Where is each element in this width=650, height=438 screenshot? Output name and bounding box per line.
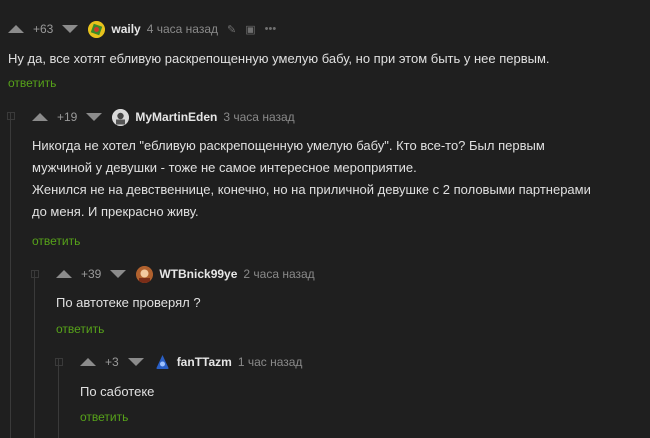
- comment-body: Никогда не хотел "ебливую раскрепощенную…: [32, 135, 591, 223]
- downvote-icon[interactable]: [127, 358, 144, 366]
- comment-author[interactable]: MyMartinEden: [135, 110, 217, 124]
- reply-link[interactable]: ответить: [32, 234, 80, 248]
- avatar[interactable]: [154, 354, 171, 371]
- comment-author[interactable]: fanTTazm: [177, 355, 232, 369]
- comment-rating: +3: [105, 355, 119, 369]
- avatar[interactable]: [112, 108, 130, 126]
- thread-line: [34, 270, 35, 438]
- comment-line: Ну да, все хотят ебливую раскрепощенную …: [8, 51, 550, 66]
- thread-line: [58, 358, 59, 438]
- comment-author[interactable]: waily: [111, 22, 140, 36]
- comment-header: +19 MyMartinEden 3 часа назад: [32, 107, 295, 127]
- comment-rating: +19: [57, 110, 78, 124]
- upvote-icon[interactable]: [32, 113, 48, 121]
- comment-body: По автотеке проверял ?: [56, 292, 201, 314]
- comment-time[interactable]: 4 часа назад: [147, 22, 218, 36]
- reply-link[interactable]: ответить: [80, 410, 128, 424]
- comment-line: По автотеке проверял ?: [56, 295, 201, 310]
- thread-line: [10, 112, 11, 438]
- comment-rating: +63: [33, 22, 54, 36]
- comment-line: Никогда не хотел "ебливую раскрепощенную…: [32, 138, 545, 153]
- reply-link[interactable]: ответить: [8, 76, 56, 90]
- upvote-icon[interactable]: [8, 25, 24, 33]
- upvote-icon[interactable]: [80, 358, 96, 366]
- comment-author[interactable]: WTBnick99ye: [159, 267, 237, 281]
- comment-line: мужчиной у девушки - тоже не самое интер…: [32, 160, 417, 175]
- save-icon[interactable]: ▣: [245, 23, 255, 36]
- comment-body: По саботеке: [80, 381, 154, 403]
- downvote-icon[interactable]: [62, 25, 79, 33]
- comment-line: Женился не на девственнице, конечно, но …: [32, 182, 591, 197]
- comment-body: Ну да, все хотят ебливую раскрепощенную …: [8, 48, 550, 70]
- collapse-toggle[interactable]: [7, 112, 15, 120]
- collapse-toggle[interactable]: [55, 358, 63, 366]
- collapse-toggle[interactable]: [31, 270, 39, 278]
- comment-rating: +39: [81, 267, 102, 281]
- upvote-icon[interactable]: [56, 270, 72, 278]
- comment-header: +63 waily 4 часа назад ✎ ▣ •••: [8, 19, 276, 39]
- comment-header: +39 WTBnick99ye 2 часа назад: [56, 264, 315, 284]
- avatar[interactable]: [136, 265, 154, 283]
- comment-time[interactable]: 1 час назад: [238, 355, 303, 369]
- comment-line: до меня. И прекрасно живу.: [32, 204, 199, 219]
- more-icon[interactable]: •••: [265, 23, 277, 35]
- downvote-icon[interactable]: [110, 270, 127, 278]
- comment-line: По саботеке: [80, 384, 155, 399]
- comment-time[interactable]: 2 часа назад: [243, 267, 314, 281]
- avatar[interactable]: [88, 20, 106, 38]
- comment-time[interactable]: 3 часа назад: [223, 110, 294, 124]
- downvote-icon[interactable]: [86, 113, 103, 121]
- edit-icon[interactable]: ✎: [227, 23, 236, 36]
- reply-link[interactable]: ответить: [56, 322, 104, 336]
- comment-header: +3 fanTTazm 1 час назад: [80, 352, 302, 372]
